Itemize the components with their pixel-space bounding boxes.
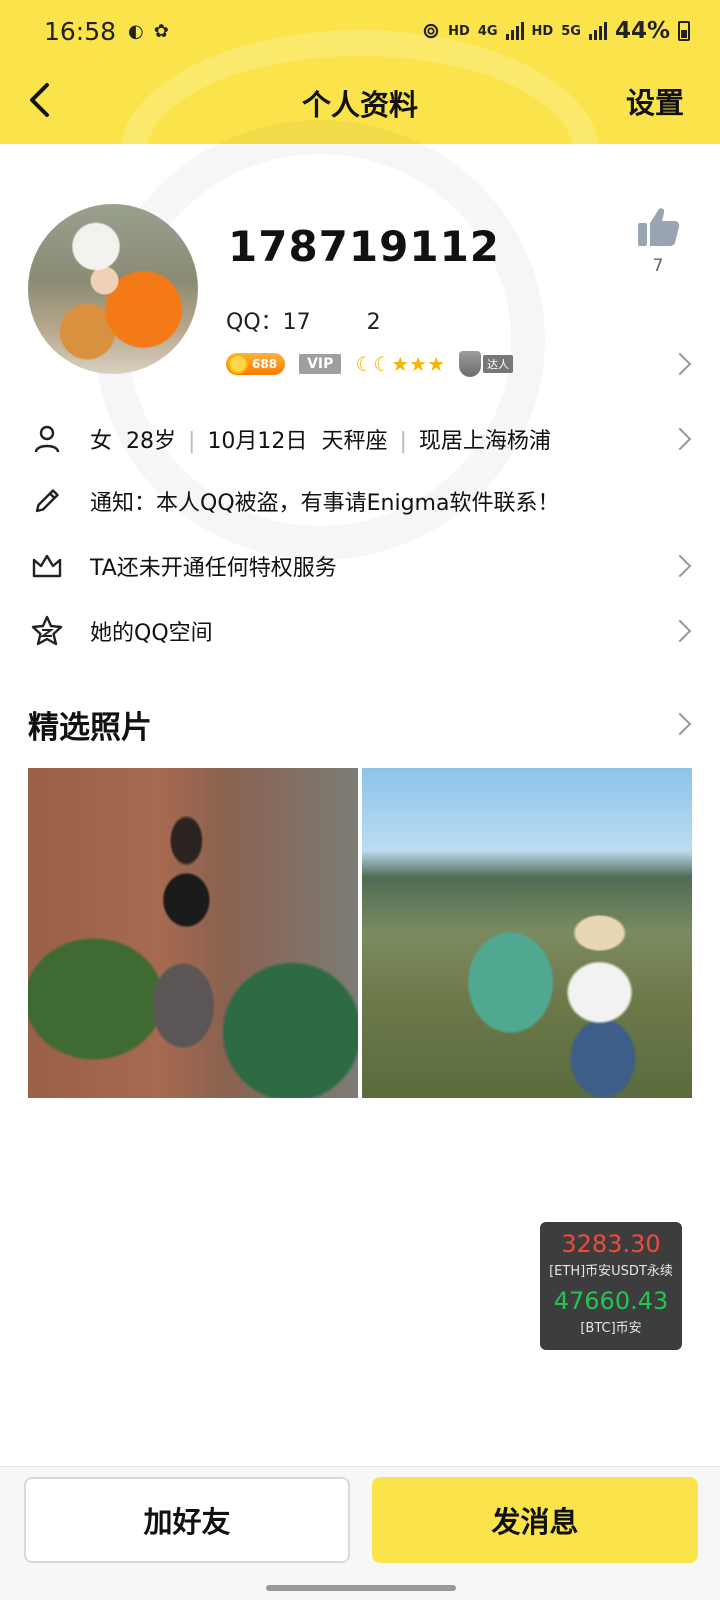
network-label-3: HD xyxy=(531,23,554,39)
like-count: 7 xyxy=(652,256,664,276)
privilege-text: TA还未开通任何特权服务 xyxy=(90,556,337,581)
add-friend-button[interactable]: 加好友 xyxy=(24,1477,350,1563)
nickname: 178719112 xyxy=(228,222,501,271)
status-time: 16:58 xyxy=(44,16,117,46)
crypto-ticker-widget[interactable]: 3283.30 [ETH]币安USDT永续 47660.43 [BTC]币安 xyxy=(540,1222,682,1350)
qq-value: 17 2 xyxy=(282,310,381,335)
chevron-right-icon[interactable] xyxy=(668,352,692,376)
hotspot-icon: ⊚ xyxy=(421,18,441,44)
battery-icon xyxy=(678,21,690,41)
coin-value: 688 xyxy=(252,357,278,371)
signal-icon-2 xyxy=(588,22,607,40)
vip-badge: VIP xyxy=(299,354,342,374)
status-notification-icons: ◐ ✿ xyxy=(128,21,169,42)
zodiac: 天秤座 xyxy=(321,429,388,454)
eth-price: 3283.30 xyxy=(561,1230,661,1258)
qzone-row[interactable]: 她的QQ空间 xyxy=(0,606,720,656)
divider: | xyxy=(399,429,407,454)
qzone-star-icon xyxy=(30,614,64,648)
network-label-4: 5G xyxy=(561,23,581,39)
notice-row: 通知：本人QQ被盗，有事请Enigma软件联系！ xyxy=(0,476,720,526)
status-bar: 16:58 ◐ ✿ ⊚ HD 4G HD 5G 44% xyxy=(0,0,720,62)
age: 28岁 xyxy=(126,429,177,454)
birthday: 10月12日 xyxy=(207,429,308,454)
bottom-action-bar: 加好友 发消息 xyxy=(0,1466,720,1600)
navigation-bar: 个人资料 设置 xyxy=(0,62,720,144)
crown-icon xyxy=(30,549,64,583)
app-notification-icon: ◐ xyxy=(128,20,144,42)
thumbs-up-icon xyxy=(638,208,680,246)
coin-badge: 688 xyxy=(226,353,286,375)
baidu-paw-icon: ✿ xyxy=(153,20,169,42)
chevron-right-icon xyxy=(668,427,692,451)
privilege-row[interactable]: TA还未开通任何特权服务 xyxy=(0,541,720,591)
signal-icon xyxy=(505,22,524,40)
battery-percent: 44% xyxy=(614,18,670,44)
featured-photo-1[interactable] xyxy=(28,768,358,1098)
chevron-right-icon xyxy=(668,619,692,643)
talent-badge: 达人 xyxy=(459,351,514,377)
divider: | xyxy=(188,429,196,454)
gender: 女 xyxy=(90,429,113,454)
basic-info-row[interactable]: 女 28岁 | 10月12日 天秤座 | 现居上海杨浦 xyxy=(0,414,720,464)
featured-photos-title: 精选照片 xyxy=(28,710,152,746)
pencil-icon xyxy=(30,484,64,518)
chevron-right-icon xyxy=(668,554,692,578)
chevron-left-icon xyxy=(30,83,49,117)
page-title: 个人资料 xyxy=(301,88,418,122)
network-label-2: 4G xyxy=(477,23,498,39)
featured-photo-2[interactable] xyxy=(362,768,692,1098)
notice-text: 通知：本人QQ被盗，有事请Enigma软件联系！ xyxy=(90,491,560,516)
shield-icon xyxy=(459,351,482,377)
level-icons: ☾☾★★★ xyxy=(355,352,446,376)
status-right-icons: ⊚ HD 4G HD 5G 44% xyxy=(422,18,690,44)
location: 现居上海杨浦 xyxy=(418,429,551,454)
btc-label: [BTC]币安 xyxy=(580,1321,642,1336)
btc-price: 47660.43 xyxy=(553,1287,669,1315)
qq-label: QQ： xyxy=(226,310,283,335)
qzone-text: 她的QQ空间 xyxy=(90,621,213,646)
coin-icon xyxy=(228,354,248,374)
like-button[interactable]: 7 xyxy=(636,206,680,276)
back-button[interactable] xyxy=(18,78,62,122)
home-indicator[interactable] xyxy=(266,1585,456,1591)
header-bar: 16:58 ◐ ✿ ⊚ HD 4G HD 5G 44% 个人资料 设置 xyxy=(0,0,720,144)
person-icon xyxy=(30,422,64,456)
send-message-button[interactable]: 发消息 xyxy=(372,1477,698,1563)
chevron-right-icon[interactable] xyxy=(668,712,692,736)
eth-label: [ETH]币安USDT永续 xyxy=(549,1264,673,1279)
settings-button[interactable]: 设置 xyxy=(626,80,684,122)
badge-row[interactable]: 688 VIP ☾☾★★★ 达人 xyxy=(226,350,514,378)
basic-info-text: 女 28岁 | 10月12日 天秤座 | 现居上海杨浦 xyxy=(90,423,551,455)
avatar[interactable] xyxy=(28,204,198,374)
qq-number: QQ：17 2 xyxy=(226,304,381,336)
network-label-1: HD xyxy=(448,23,470,39)
talent-label: 达人 xyxy=(483,355,514,373)
